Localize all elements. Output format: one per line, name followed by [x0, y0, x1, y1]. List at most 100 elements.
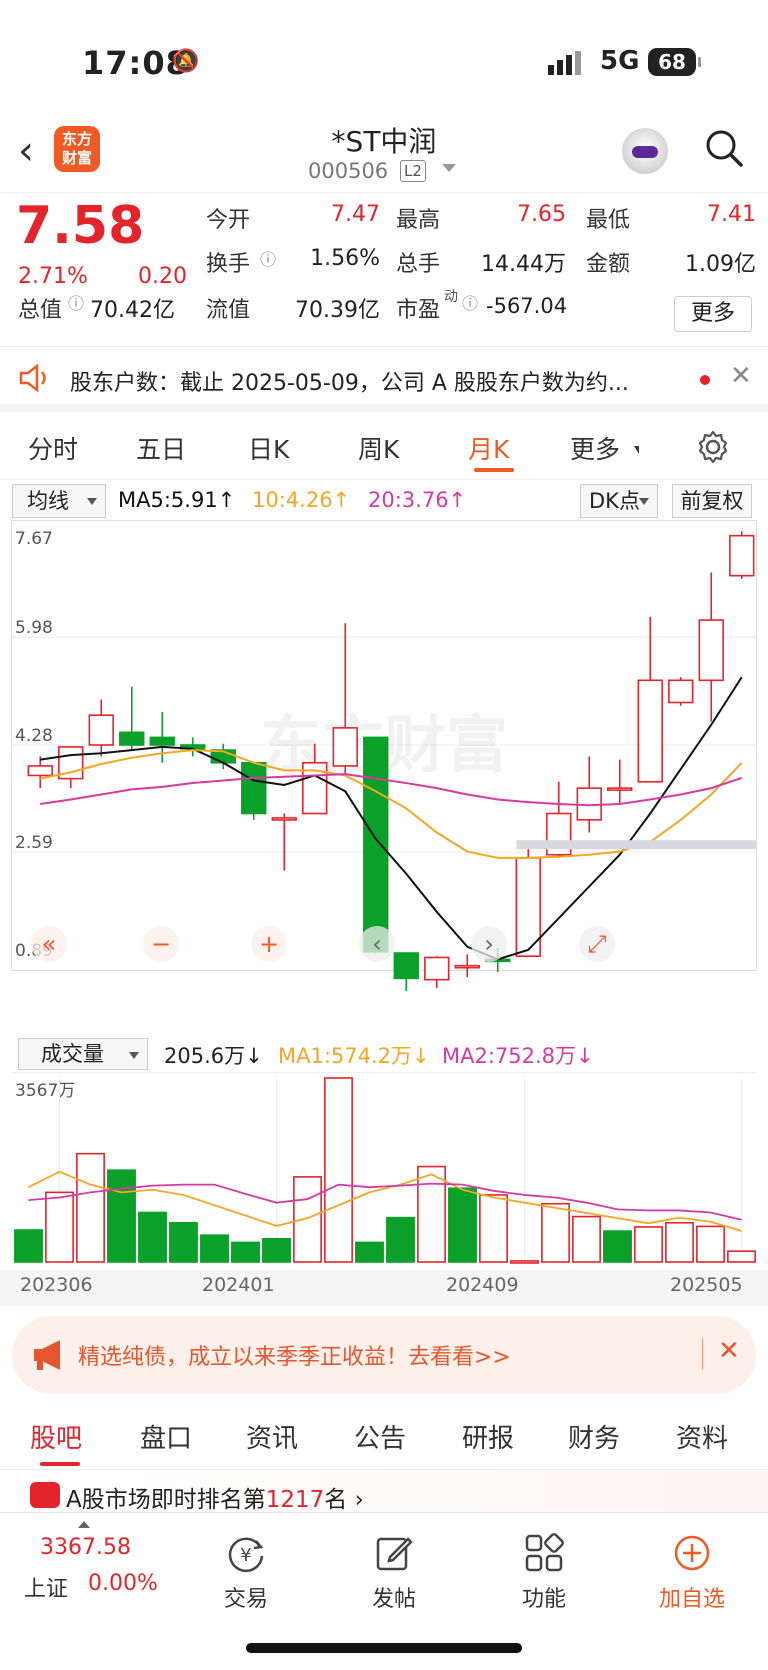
candle-body [332, 727, 358, 767]
home-indicator [246, 1643, 522, 1653]
tab-daily-k[interactable]: 日K [248, 430, 289, 466]
candle-body [149, 736, 175, 746]
x-tick-label: 202401 [202, 1274, 275, 1296]
status-bar: 17:08 🔕 5G 68 [0, 0, 768, 120]
index-percent[interactable]: 0.00% [88, 1571, 158, 1596]
high-label: 最高 [396, 208, 441, 233]
dk-point-select[interactable]: DK点 [580, 484, 658, 518]
volume-chart[interactable]: 3567万 [11, 1072, 757, 1272]
back-icon[interactable]: ‹ [18, 128, 34, 174]
add-watchlist-icon[interactable] [672, 1533, 712, 1573]
tab-guba[interactable]: 股吧 [30, 1418, 82, 1455]
app-logo[interactable]: 东方 财富 [54, 126, 100, 172]
tab-weekly-k[interactable]: 周K [358, 430, 399, 466]
volume-bar [448, 1187, 477, 1263]
volume-bar [293, 1176, 322, 1263]
chevron-down-icon[interactable] [442, 164, 456, 172]
volume-bar [510, 1260, 539, 1264]
close-icon[interactable]: ✕ [730, 361, 752, 391]
tab-monthly-k[interactable]: 月K [468, 430, 509, 466]
volume-bar [200, 1234, 229, 1263]
search-icon[interactable] [704, 128, 744, 168]
amount-label: 金额 [586, 252, 631, 277]
candle-body [698, 619, 724, 682]
rank-icon [30, 1482, 60, 1508]
zoom-out-icon-glyph: − [151, 930, 171, 958]
trade-icon[interactable]: ¥ [226, 1533, 266, 1573]
index-name[interactable]: 上证 [24, 1571, 68, 1603]
more-button[interactable]: 更多 [674, 296, 752, 332]
candle-body [637, 679, 663, 783]
low-label: 最低 [586, 208, 631, 233]
tab-pankou[interactable]: 盘口 [140, 1418, 192, 1455]
info-icon[interactable]: ⓘ [462, 290, 478, 314]
svg-text:¥: ¥ [240, 1545, 251, 1566]
y-tick-label: 7.67 [15, 529, 53, 549]
volume-bar [386, 1216, 415, 1263]
tab-profile[interactable]: 资料 [676, 1418, 728, 1455]
prev-icon-glyph: ‹ [372, 930, 382, 958]
expand-up-icon[interactable] [78, 1521, 90, 1528]
y-tick-label: 4.28 [15, 726, 53, 746]
tab-intraday[interactable]: 分时 [28, 430, 78, 466]
volume-indicator-select[interactable]: 成交量 [18, 1038, 148, 1070]
trade-button[interactable]: 交易 [196, 1581, 296, 1613]
info-icon[interactable]: ⓘ [260, 246, 276, 270]
level2-badge[interactable]: L2 [400, 160, 426, 182]
candle-body [454, 964, 480, 969]
close-icon[interactable]: ✕ [718, 1336, 740, 1366]
tab-five-day[interactable]: 五日 [136, 430, 186, 466]
bell-muted-icon: 🔕 [172, 49, 200, 74]
kline-chart[interactable]: 7.675.984.282.590.89东方财富«−+‹›⤢ [11, 520, 757, 1033]
x-tick-label: 202409 [446, 1274, 519, 1296]
candle-body [607, 787, 633, 791]
volume-bar [479, 1194, 508, 1263]
tab-announcements[interactable]: 公告 [354, 1418, 406, 1455]
notice-bar[interactable]: 股东户数：截止 2025-05-09，公司 A 股股东户数为约... ✕ [0, 346, 768, 412]
volume-bar [262, 1237, 291, 1263]
candle-body [88, 714, 114, 746]
add-watchlist-button[interactable]: 加自选 [642, 1581, 742, 1613]
tab-news[interactable]: 资讯 [246, 1418, 298, 1455]
pe-label: 市盈 [396, 298, 441, 323]
tab-finance[interactable]: 财务 [568, 1418, 620, 1455]
function-button[interactable]: 功能 [494, 1581, 594, 1613]
price-band [516, 840, 757, 850]
index-value[interactable]: 3367.58 [40, 1535, 131, 1560]
speaker-icon [19, 363, 46, 393]
indicator-select[interactable]: 均线 [12, 484, 106, 518]
adjust-button[interactable]: 前复权 [672, 484, 752, 518]
post-edit-icon[interactable] [374, 1533, 414, 1573]
robot-assistant-icon[interactable] [622, 128, 668, 174]
change-amount: 0.20 [138, 264, 187, 289]
signal-icon [548, 51, 581, 75]
settings-gear-icon[interactable] [696, 430, 730, 464]
open-value: 7.47 [331, 202, 380, 227]
y-tick-label: 2.59 [15, 833, 53, 853]
volume-bar [417, 1165, 446, 1263]
tab-research[interactable]: 研报 [462, 1418, 514, 1455]
volume-legend-row: 成交量 205.6万↓ MA1:574.2万↓ MA2:752.8万↓ [0, 1036, 768, 1072]
stock-code: 000506 [308, 159, 389, 183]
unread-dot [700, 375, 710, 385]
candle-body [241, 761, 267, 815]
tab-more[interactable]: 更多 [570, 430, 620, 466]
ad-banner[interactable]: 精选纯债，成立以来季季正收益！去看看>> ✕ [12, 1316, 756, 1394]
bottom-toolbar: 3367.58 上证 0.00% ¥ 交易 发帖 功能 加自选 [0, 1512, 768, 1670]
turnover-label: 换手 [206, 252, 251, 277]
volume-bar [45, 1191, 74, 1263]
volume-bar [696, 1225, 725, 1263]
float-label: 流值 [206, 298, 251, 323]
candle-body [27, 765, 53, 777]
post-button[interactable]: 发帖 [344, 1581, 444, 1613]
function-grid-icon[interactable] [524, 1533, 564, 1573]
next-icon-glyph: › [484, 930, 494, 958]
notice-text: 股东户数：截止 2025-05-09，公司 A 股股东户数为约... [70, 371, 629, 396]
low-value: 7.41 [707, 202, 756, 227]
rank-text: A股市场即时排名第1217名 › [66, 1487, 364, 1513]
info-icon[interactable]: ⓘ [68, 290, 84, 314]
ma-legend-row: 均线 MA5:5.91↑ 10:4.26↑ 20:3.76↑ DK点 前复权 [0, 482, 768, 522]
candle-body [119, 731, 145, 746]
rank-row[interactable]: A股市场即时排名第1217名 › [0, 1470, 768, 1516]
ma5-value: MA5:5.91↑ [118, 488, 236, 512]
